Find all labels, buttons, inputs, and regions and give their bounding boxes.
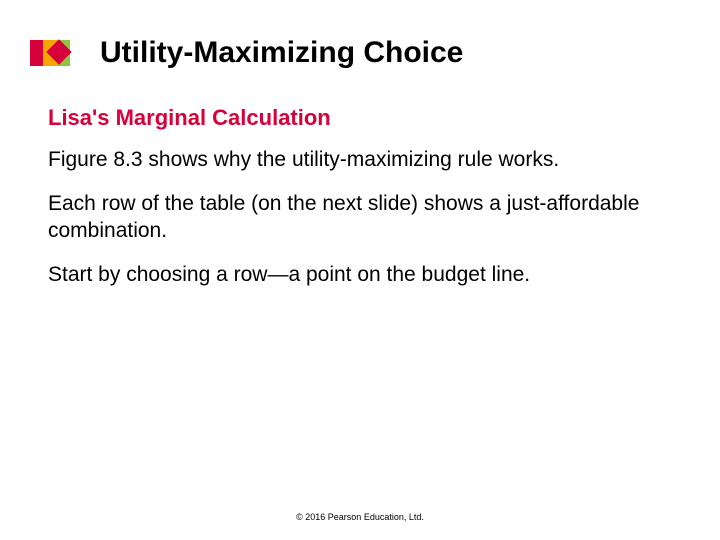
paragraph-1: Figure 8.3 shows why the utility-maximiz… — [48, 147, 672, 173]
slide-title: Utility-Maximizing Choice — [100, 36, 463, 70]
copyright-footer: © 2016 Pearson Education, Ltd. — [0, 512, 720, 522]
logo-seg-red — [30, 40, 43, 66]
paragraph-2: Each row of the table (on the next slide… — [48, 191, 672, 244]
slide: Utility-Maximizing Choice Lisa's Margina… — [0, 0, 720, 540]
body: Lisa's Marginal Calculation Figure 8.3 s… — [48, 105, 672, 306]
paragraph-3: Start by choosing a row—a point on the b… — [48, 262, 672, 288]
title-row: Utility-Maximizing Choice — [30, 36, 463, 70]
subheading: Lisa's Marginal Calculation — [48, 105, 672, 131]
